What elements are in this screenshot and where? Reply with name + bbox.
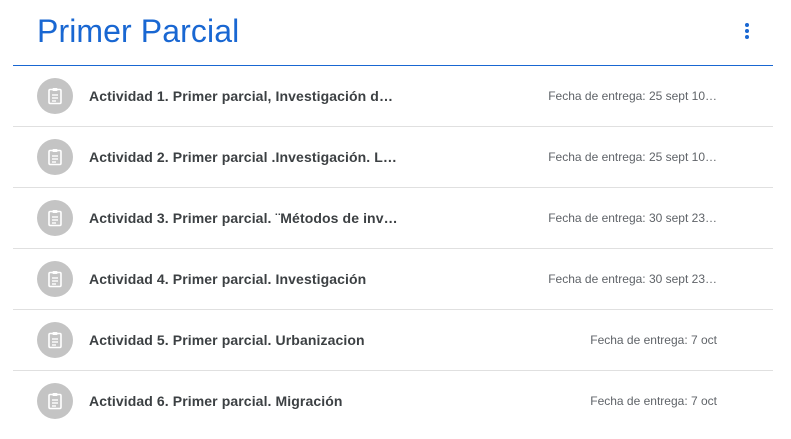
assignment-due-date: Fecha de entrega: 30 sept 23…	[548, 211, 717, 225]
assignment-item[interactable]: Actividad 1. Primer parcial, Investigaci…	[13, 66, 773, 127]
assignment-title: Actividad 1. Primer parcial, Investigaci…	[89, 88, 399, 104]
assignment-title: Actividad 2. Primer parcial .Investigaci…	[89, 149, 398, 165]
assignment-title: Actividad 5. Primer parcial. Urbanizacio…	[89, 332, 365, 348]
topic-section: Primer Parcial Actividad 1. Primer parci…	[13, 0, 773, 431]
assignment-title: Actividad 6. Primer parcial. Migración	[89, 393, 343, 409]
topic-more-button[interactable]	[735, 18, 759, 44]
assignment-due-date: Fecha de entrega: 25 sept 10…	[548, 89, 717, 103]
assignment-item[interactable]: Actividad 3. Primer parcial. ¨Métodos de…	[13, 188, 773, 249]
assignment-due-date: Fecha de entrega: 30 sept 23…	[548, 272, 717, 286]
assignment-item[interactable]: Actividad 5. Primer parcial. Urbanizacio…	[13, 310, 773, 371]
assignment-item[interactable]: Actividad 2. Primer parcial .Investigaci…	[13, 127, 773, 188]
assignment-due-date: Fecha de entrega: 25 sept 10…	[548, 150, 717, 164]
assignment-due-date: Fecha de entrega: 7 oct	[590, 394, 717, 408]
assignment-title: Actividad 3. Primer parcial. ¨Métodos de…	[89, 210, 398, 226]
more-vert-icon	[745, 23, 749, 39]
assignment-item[interactable]: Actividad 4. Primer parcial. Investigaci…	[13, 249, 773, 310]
topic-header: Primer Parcial	[13, 0, 773, 66]
assignment-list: Actividad 1. Primer parcial, Investigaci…	[13, 66, 773, 431]
assignment-icon	[37, 383, 73, 419]
assignment-icon	[37, 200, 73, 236]
assignment-icon	[37, 139, 73, 175]
assignment-title: Actividad 4. Primer parcial. Investigaci…	[89, 271, 367, 287]
topic-title: Primer Parcial	[37, 13, 240, 49]
assignment-icon	[37, 78, 73, 114]
assignment-icon	[37, 261, 73, 297]
assignment-due-date: Fecha de entrega: 7 oct	[590, 333, 717, 347]
assignment-item[interactable]: Actividad 6. Primer parcial. Migración F…	[13, 371, 773, 431]
assignment-icon	[37, 322, 73, 358]
